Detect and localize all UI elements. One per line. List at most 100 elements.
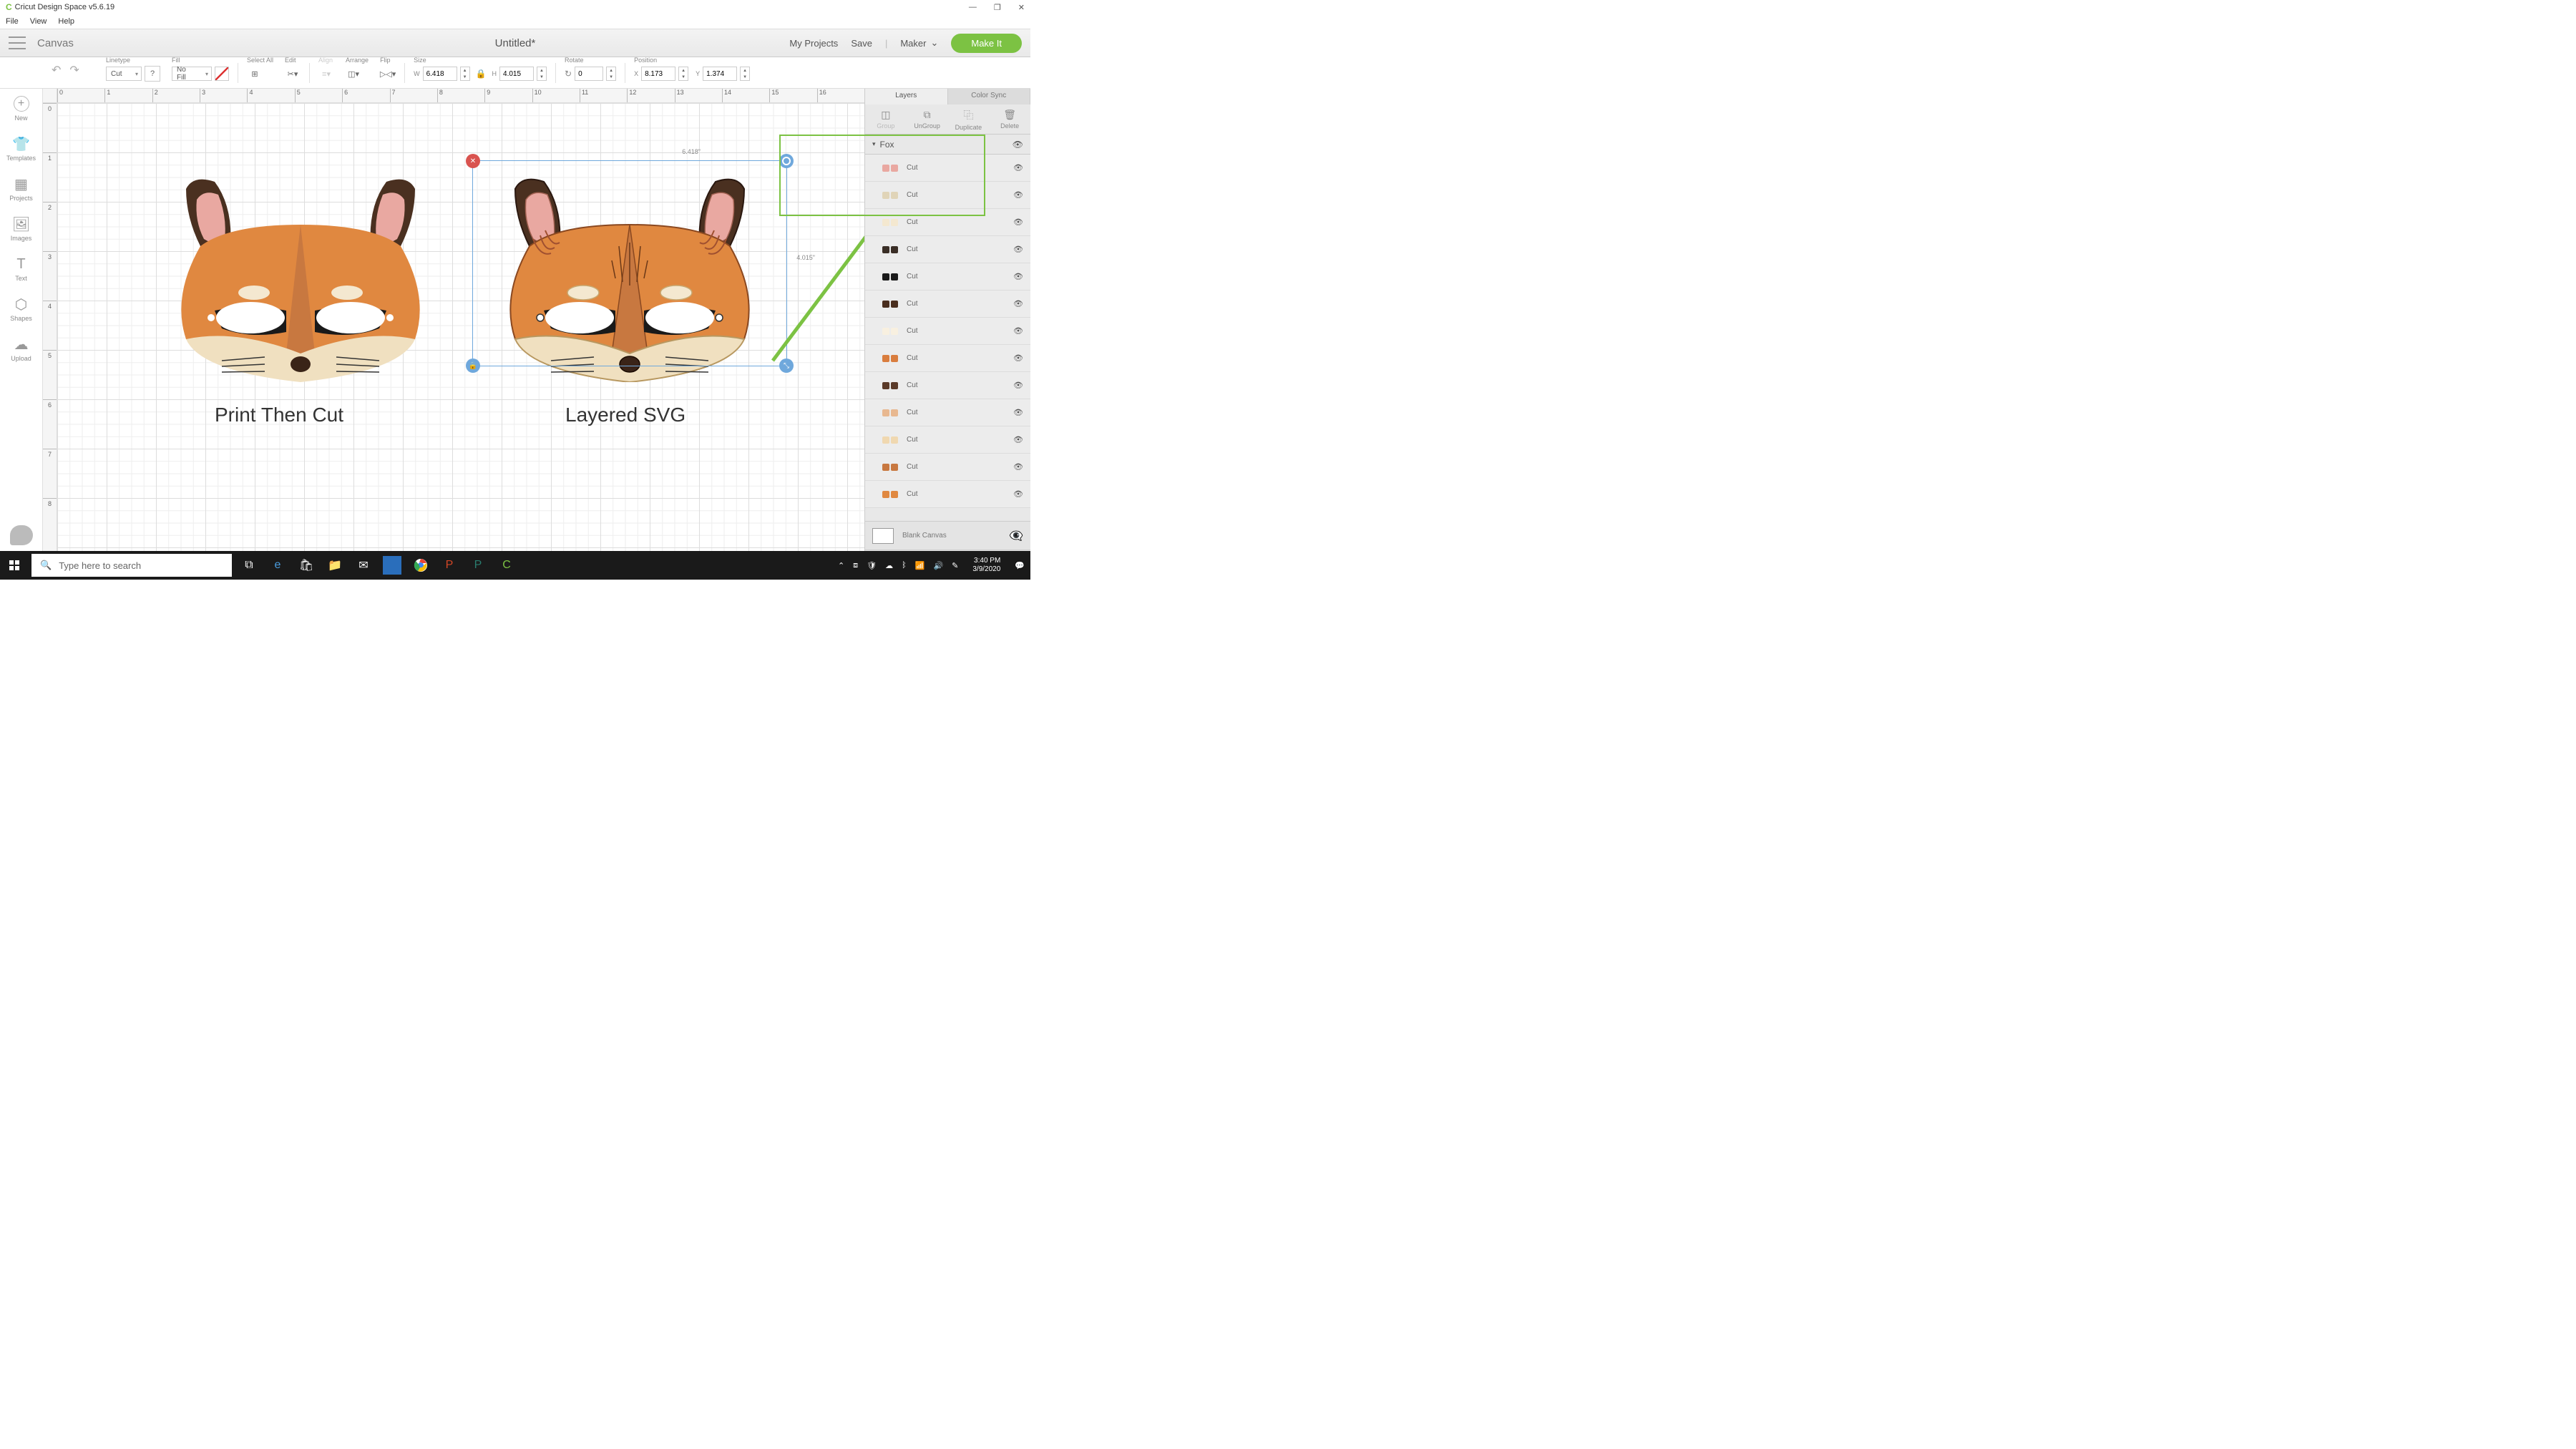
new-tool[interactable]: +New [0, 89, 42, 129]
layer-visibility-icon[interactable]: 👁 [1013, 245, 1023, 254]
close-button[interactable]: ✕ [1018, 3, 1025, 12]
canvas-visibility-icon[interactable]: 👁‍🗨 [1009, 529, 1023, 543]
upload-tool[interactable]: ☁Upload [0, 329, 42, 369]
layer-visibility-icon[interactable]: 👁 [1013, 326, 1023, 336]
text-print-then-cut[interactable]: Print Then Cut [215, 404, 343, 426]
redo-icon[interactable]: ↷ [69, 63, 79, 77]
height-input[interactable]: 4.015 [499, 67, 534, 81]
ungroup-button[interactable]: ⧉UnGroup [907, 104, 948, 134]
volume-icon[interactable]: 🔊 [933, 561, 943, 570]
layer-item[interactable]: Cut👁 [865, 454, 1030, 481]
fill-dropdown[interactable]: No Fill [172, 67, 212, 81]
layer-visibility-icon[interactable]: 👁 [1013, 299, 1023, 308]
layer-visibility-icon[interactable]: 👁 [1013, 462, 1023, 472]
taskbar-search[interactable]: 🔍 Type here to search [31, 554, 232, 577]
layer-visibility-icon[interactable]: 👁 [1013, 190, 1023, 200]
dropbox-icon[interactable]: ⧈ [853, 561, 858, 570]
notifications-icon[interactable]: 💬 [1015, 561, 1025, 570]
layer-item[interactable]: Cut👁 [865, 236, 1030, 263]
bluetooth-icon[interactable]: ᛒ [902, 561, 907, 570]
layer-item[interactable]: Cut👁 [865, 155, 1030, 182]
tab-layers[interactable]: Layers [865, 89, 948, 104]
canvas-area[interactable]: 012345678910111213141516 012345678 [43, 89, 864, 580]
layer-item[interactable]: Cut👁 [865, 481, 1030, 508]
layer-item[interactable]: Cut👁 [865, 263, 1030, 291]
text-tool[interactable]: TText [0, 249, 42, 289]
start-button[interactable] [0, 551, 29, 580]
selection-bounding-box[interactable]: ✕ 🔒 ⤡ 6.418" 4.015" [472, 160, 787, 366]
layer-item[interactable]: Cut👁 [865, 209, 1030, 236]
arrange-button[interactable]: ◫▾ [346, 66, 361, 82]
lock-aspect-icon[interactable]: 🔒 [476, 69, 487, 79]
canvas-grid[interactable]: ✕ 🔒 ⤡ 6.418" 4.015" Print Then Cut Layer… [57, 103, 864, 568]
height-stepper[interactable]: ▲▼ [537, 67, 547, 81]
blank-canvas-row[interactable]: Blank Canvas 👁‍🗨 [865, 521, 1030, 550]
edit-button[interactable]: ✂▾ [285, 66, 301, 82]
fox-print-then-cut[interactable] [143, 167, 458, 382]
layer-item[interactable]: Cut👁 [865, 372, 1030, 399]
layer-item[interactable]: Cut👁 [865, 182, 1030, 209]
explorer-icon[interactable]: 📁 [321, 551, 349, 580]
maximize-button[interactable]: ❐ [994, 3, 1001, 12]
menu-help[interactable]: Help [58, 17, 74, 26]
layer-item[interactable]: Cut👁 [865, 291, 1030, 318]
layer-visibility-icon[interactable]: 👁 [1013, 218, 1023, 227]
rotate-input[interactable]: 0 [575, 67, 603, 81]
security-icon[interactable]: 🛡 [867, 561, 877, 570]
layer-item[interactable]: Cut👁 [865, 426, 1030, 454]
layer-visibility-icon[interactable]: 👁 [1013, 353, 1023, 363]
taskbar-clock[interactable]: 3:40 PM 3/9/2020 [967, 557, 1006, 574]
flip-button[interactable]: ▷◁▾ [380, 66, 396, 82]
menu-hamburger-icon[interactable] [9, 36, 26, 49]
text-layered-svg[interactable]: Layered SVG [565, 404, 686, 426]
select-all-button[interactable]: ⊞ [247, 66, 263, 82]
y-stepper[interactable]: ▲▼ [740, 67, 750, 81]
edge-icon[interactable]: e [263, 551, 292, 580]
machine-selector[interactable]: Maker ⌄ [900, 37, 938, 49]
publisher-icon[interactable]: P [464, 551, 492, 580]
cricut-icon[interactable]: C [492, 551, 521, 580]
lock-handle-icon[interactable]: 🔒 [466, 358, 480, 373]
layer-visibility-icon[interactable]: 👁 [1013, 435, 1023, 444]
layer-visibility-icon[interactable]: 👁 [1013, 408, 1023, 417]
onedrive-icon[interactable]: ☁ [885, 561, 893, 570]
powerpoint-icon[interactable]: P [435, 551, 464, 580]
x-input[interactable]: 8.173 [641, 67, 675, 81]
chat-bubble-icon[interactable] [10, 525, 33, 545]
menu-file[interactable]: File [6, 17, 19, 26]
wifi-icon[interactable]: 📶 [915, 561, 925, 570]
make-it-button[interactable]: Make It [951, 34, 1022, 53]
tab-color-sync[interactable]: Color Sync [948, 89, 1031, 104]
rotate-handle-icon[interactable] [779, 154, 794, 168]
width-stepper[interactable]: ▲▼ [460, 67, 470, 81]
align-button[interactable]: ≡▾ [318, 66, 334, 82]
layer-visibility-icon[interactable]: 👁 [1013, 489, 1023, 499]
layer-visibility-icon[interactable]: 👁 [1013, 272, 1023, 281]
shapes-tool[interactable]: ⬡Shapes [0, 289, 42, 329]
layer-visibility-icon[interactable]: 👁 [1013, 163, 1023, 172]
duplicate-button[interactable]: ⿻Duplicate [948, 104, 990, 134]
minimize-button[interactable]: — [969, 3, 977, 12]
group-button[interactable]: ◫Group [865, 104, 907, 134]
undo-icon[interactable]: ↶ [52, 63, 61, 77]
width-input[interactable]: 6.418 [423, 67, 457, 81]
linetype-dropdown[interactable]: Cut [106, 67, 142, 81]
layer-item[interactable]: Cut👁 [865, 345, 1030, 372]
chrome-icon[interactable] [406, 551, 435, 580]
app-icon-1[interactable] [383, 556, 401, 575]
resize-handle-icon[interactable]: ⤡ [779, 358, 794, 373]
mail-icon[interactable]: ✉ [349, 551, 378, 580]
templates-tool[interactable]: 👕Templates [0, 129, 42, 169]
my-projects-link[interactable]: My Projects [789, 38, 838, 49]
task-view-icon[interactable]: ⧉ [235, 551, 263, 580]
visibility-toggle-icon[interactable]: 👁 [1013, 140, 1023, 150]
save-link[interactable]: Save [851, 38, 872, 49]
store-icon[interactable]: 🛍 [292, 551, 321, 580]
delete-handle-icon[interactable]: ✕ [466, 154, 480, 168]
layer-visibility-icon[interactable]: 👁 [1013, 381, 1023, 390]
images-tool[interactable]: 🖼Images [0, 209, 42, 249]
y-input[interactable]: 1.374 [703, 67, 737, 81]
layer-item[interactable]: Cut👁 [865, 318, 1030, 345]
menu-view[interactable]: View [30, 17, 47, 26]
rotate-stepper[interactable]: ▲▼ [606, 67, 616, 81]
